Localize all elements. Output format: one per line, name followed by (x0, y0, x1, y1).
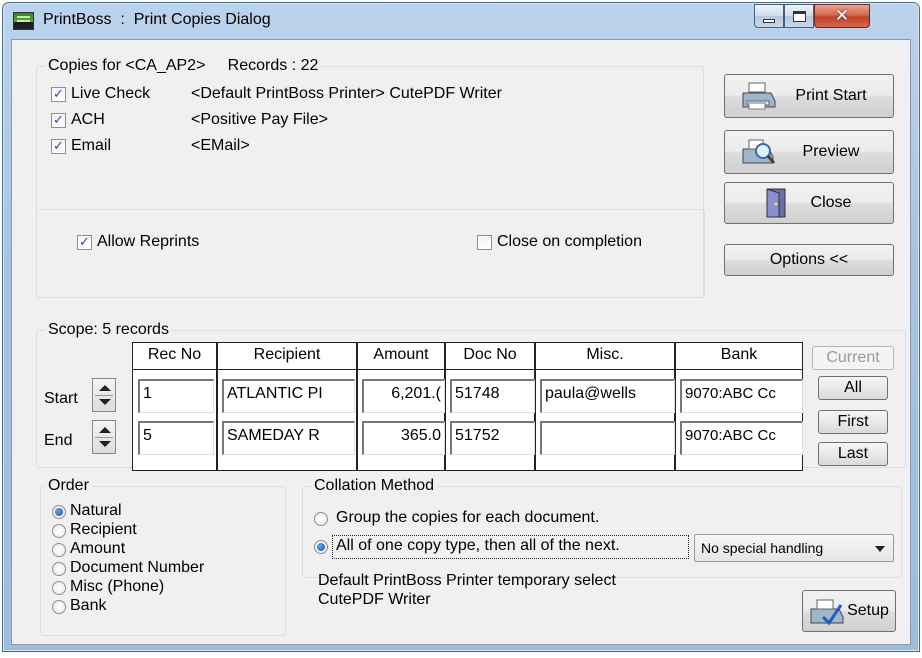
col-header-recipient: Recipient (217, 342, 357, 370)
minimize-icon (763, 18, 775, 23)
order-misc-label: Misc (Phone) (70, 578, 165, 595)
live-check-destination: <Default PrintBoss Printer> CutePDF Writ… (191, 85, 502, 102)
special-handling-select[interactable]: No special handling (694, 534, 894, 562)
order-natural-label: Natural (70, 502, 122, 519)
order-misc-radio[interactable] (52, 581, 66, 595)
default-printer-heading: Default PrintBoss Printer temporary sele… (318, 572, 616, 589)
close-label: Close (810, 194, 852, 211)
end-amount-cell[interactable]: 365.0 (362, 421, 445, 455)
end-row-label: End (44, 432, 73, 449)
collation-legend: Collation Method (311, 477, 438, 495)
close-on-completion-checkbox[interactable] (477, 235, 492, 250)
end-recno-cell[interactable]: 5 (138, 421, 214, 455)
col-header-recno: Rec No (132, 342, 217, 370)
options-button[interactable]: Options << (724, 244, 894, 276)
close-icon: ✕ (834, 6, 850, 26)
end-docno-cell[interactable]: 51752 (450, 421, 535, 455)
printer-icon (742, 82, 776, 110)
start-row-label: Start (44, 390, 78, 407)
copies-legend: Copies for <CA_AP2> Records : 22 (45, 57, 322, 75)
start-amount-cell[interactable]: 6,201.( (362, 379, 445, 413)
start-misc-cell[interactable]: paula@wells (540, 379, 675, 413)
col-header-amount: Amount (357, 342, 445, 370)
col-header-misc: Misc. (535, 342, 675, 370)
printer-setup-icon (810, 599, 844, 626)
current-button[interactable]: Current (812, 346, 894, 370)
email-destination: <EMail> (191, 137, 250, 154)
chevron-down-icon (875, 546, 885, 552)
collation-all-of-one-label: All of one copy type, then all of the ne… (336, 537, 620, 554)
start-recno-cell[interactable]: 1 (138, 379, 214, 413)
end-spinner[interactable] (92, 420, 116, 454)
maximize-icon (792, 10, 806, 22)
checkmark-icon: ✓ (53, 139, 64, 154)
options-label: Options << (769, 251, 849, 268)
window-title: PrintBoss : Print Copies Dialog (43, 11, 271, 28)
all-button[interactable]: All (818, 376, 888, 400)
ach-label: ACH (71, 111, 105, 128)
printboss-app-icon (13, 12, 34, 30)
order-document-number-radio[interactable] (52, 562, 66, 576)
order-bank-radio[interactable] (52, 600, 66, 614)
order-legend: Order (45, 477, 92, 495)
start-spinner[interactable] (92, 378, 116, 412)
setup-label: Setup (847, 602, 889, 619)
reprint-subgroup (37, 209, 705, 299)
print-start-label: Print Start (795, 87, 867, 104)
door-exit-icon (766, 188, 786, 218)
first-button[interactable]: First (818, 410, 888, 434)
preview-label: Preview (802, 143, 860, 160)
checkmark-icon: ✓ (53, 113, 64, 128)
radio-selected-dot (317, 543, 325, 551)
order-amount-label: Amount (70, 540, 126, 557)
checkmark-icon: ✓ (79, 235, 90, 250)
dialog-client-area: Copies for <CA_AP2> Records : 22 ✓ Live … (11, 39, 911, 645)
live-check-label: Live Check (71, 85, 151, 102)
order-document-number-label: Document Number (70, 559, 205, 576)
ach-destination: <Positive Pay File> (191, 111, 328, 128)
order-recipient-label: Recipient (70, 521, 137, 538)
collation-group-copies-label: Group the copies for each document. (336, 509, 600, 526)
collation-group: Collation Method (302, 477, 902, 578)
order-recipient-radio[interactable] (52, 524, 66, 538)
ach-checkbox[interactable]: ✓ (51, 113, 66, 128)
setup-button[interactable]: Setup (802, 590, 896, 632)
collation-all-of-one-radio[interactable] (314, 540, 328, 554)
checkmark-icon: ✓ (53, 87, 64, 102)
last-button[interactable]: Last (818, 442, 888, 466)
end-recipient-cell[interactable]: SAMEDAY R (222, 421, 355, 455)
start-recipient-cell[interactable]: ATLANTIC PI (222, 379, 355, 413)
allow-reprints-label: Allow Reprints (97, 233, 200, 250)
copies-group: Copies for <CA_AP2> Records : 22 ✓ Live … (36, 57, 705, 299)
scope-legend: Scope: 5 records (45, 321, 172, 339)
start-bank-cell[interactable]: 9070:ABC Cc (680, 379, 803, 413)
print-start-button[interactable]: Print Start (724, 74, 894, 118)
order-natural-radio[interactable] (52, 505, 66, 519)
allow-reprints-checkbox[interactable]: ✓ (77, 235, 92, 250)
email-checkbox[interactable]: ✓ (51, 139, 66, 154)
end-misc-cell[interactable] (540, 421, 675, 455)
end-bank-cell[interactable]: 9070:ABC Cc (680, 421, 803, 455)
order-amount-radio[interactable] (52, 543, 66, 557)
close-button[interactable]: Close (724, 182, 894, 224)
minimize-button[interactable] (754, 4, 784, 28)
default-printer-name: CutePDF Writer (318, 591, 431, 608)
email-label: Email (71, 137, 112, 154)
special-handling-value: No special handling (701, 540, 824, 556)
order-bank-label: Bank (70, 597, 107, 614)
close-on-completion-label: Close on completion (497, 233, 642, 250)
live-check-checkbox[interactable]: ✓ (51, 87, 66, 102)
title-bar[interactable]: PrintBoss : Print Copies Dialog ✕ (3, 3, 919, 39)
collation-group-copies-radio[interactable] (314, 512, 328, 526)
maximize-button[interactable] (784, 4, 814, 28)
dialog-window: PrintBoss : Print Copies Dialog ✕ Copies… (2, 2, 920, 652)
close-window-button[interactable]: ✕ (814, 4, 870, 28)
print-preview-icon (742, 139, 776, 164)
radio-selected-dot (55, 508, 63, 516)
start-docno-cell[interactable]: 51748 (450, 379, 535, 413)
preview-button[interactable]: Preview (724, 130, 894, 174)
col-header-bank: Bank (675, 342, 803, 370)
col-header-docno: Doc No (445, 342, 535, 370)
